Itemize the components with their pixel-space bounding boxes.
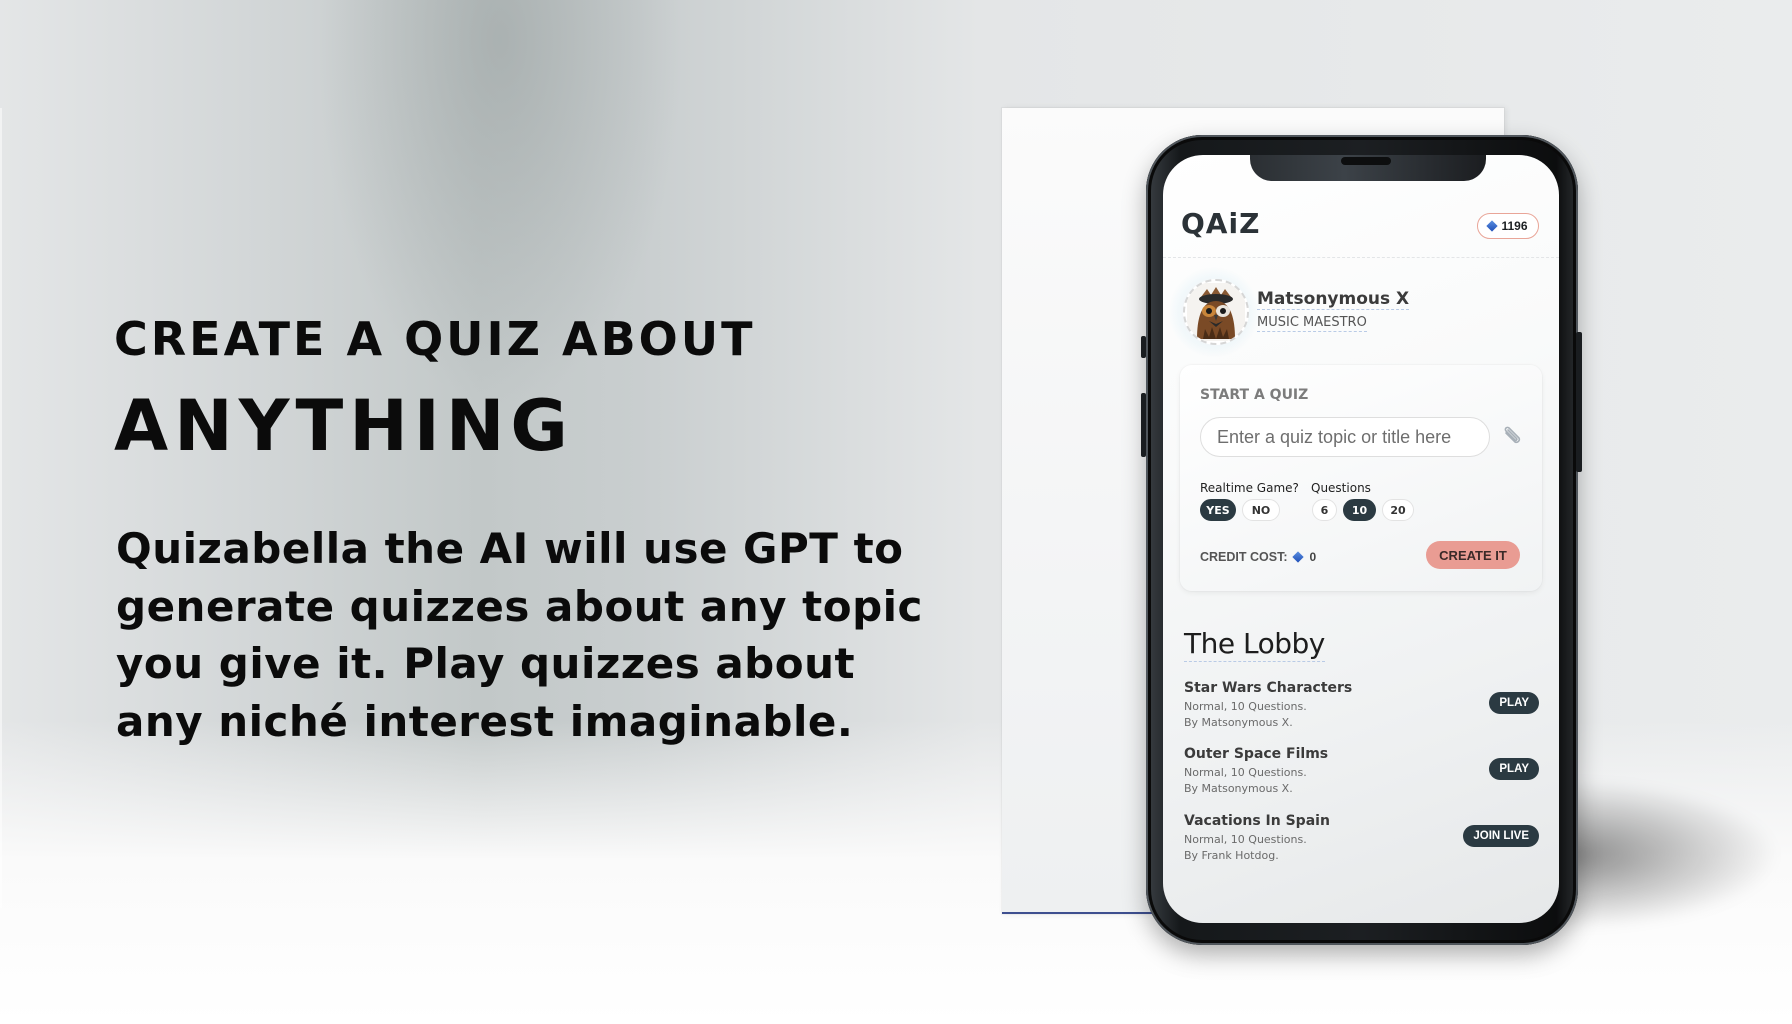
avatar[interactable]	[1183, 279, 1249, 345]
realtime-yes-toggle[interactable]: YES	[1200, 499, 1236, 521]
lobby-item: Star Wars Characters Normal, 10 Question…	[1184, 680, 1539, 740]
play-button[interactable]: PLAY	[1489, 692, 1539, 714]
realtime-no-toggle[interactable]: NO	[1242, 499, 1280, 521]
credit-balance-value: 1196	[1501, 219, 1528, 233]
start-quiz-card: START A QUIZ Realtime Game? YES NO Quest…	[1180, 365, 1542, 591]
create-quiz-button[interactable]: CREATE IT	[1426, 541, 1520, 569]
play-button[interactable]: PLAY	[1489, 758, 1539, 780]
questions-option-10[interactable]: 10	[1343, 499, 1376, 521]
quiz-topic-input[interactable]	[1200, 417, 1490, 457]
diamond-icon	[1486, 220, 1499, 232]
headline-line-2: ANYTHING	[114, 385, 574, 467]
phone-volume-button	[1141, 393, 1146, 457]
user-name[interactable]: Matsonymous X	[1257, 289, 1410, 310]
phone-screen: QAiZ 1196 Matsonymous X MUSIC MAESTRO ST…	[1163, 155, 1559, 923]
marketing-description: Quizabella the AI will use GPT to genera…	[116, 524, 923, 746]
lobby-item: Vacations In Spain Normal, 10 Questions.…	[1184, 813, 1539, 873]
questions-label: Questions	[1311, 481, 1371, 495]
app-logo: QAiZ	[1181, 207, 1261, 240]
header-divider	[1163, 257, 1559, 258]
lobby-item-name: Vacations In Spain	[1184, 813, 1330, 829]
lobby-item-details: Normal, 10 Questions.	[1184, 833, 1307, 846]
start-quiz-title: START A QUIZ	[1200, 387, 1309, 403]
owl-icon	[1187, 283, 1245, 341]
credit-balance-badge[interactable]: 1196	[1477, 213, 1539, 239]
phone-volume-button	[1141, 336, 1146, 358]
lobby-item-name: Outer Space Films	[1184, 746, 1329, 762]
user-title: MUSIC MAESTRO	[1257, 315, 1367, 332]
background-edge	[0, 108, 2, 908]
credit-cost-value: 0	[1309, 550, 1317, 564]
headline-line-1: CREATE A QUIZ ABOUT	[114, 312, 756, 366]
questions-option-20[interactable]: 20	[1382, 499, 1414, 521]
credit-cost: CREDIT COST: 0	[1200, 550, 1316, 564]
diamond-icon	[1291, 551, 1304, 563]
lobby-item-details: Normal, 10 Questions.	[1184, 766, 1307, 779]
phone-speaker	[1341, 157, 1391, 165]
realtime-label: Realtime Game?	[1200, 481, 1299, 495]
phone-power-button	[1576, 332, 1582, 472]
credit-cost-label: CREDIT COST:	[1200, 550, 1288, 564]
lobby-item-details: Normal, 10 Questions.	[1184, 700, 1307, 713]
lobby-item-author: By Matsonymous X.	[1184, 782, 1293, 795]
join-live-button[interactable]: JOIN LIVE	[1463, 825, 1539, 847]
lobby-item-author: By Frank Hotdog.	[1184, 849, 1279, 862]
lobby-item-name: Star Wars Characters	[1184, 680, 1353, 696]
lobby-item-author: By Matsonymous X.	[1184, 716, 1293, 729]
paperclip-icon[interactable]	[1500, 425, 1524, 449]
questions-option-6[interactable]: 6	[1312, 499, 1337, 521]
lobby-item: Outer Space Films Normal, 10 Questions. …	[1184, 746, 1539, 806]
lobby-title: The Lobby	[1184, 627, 1325, 662]
